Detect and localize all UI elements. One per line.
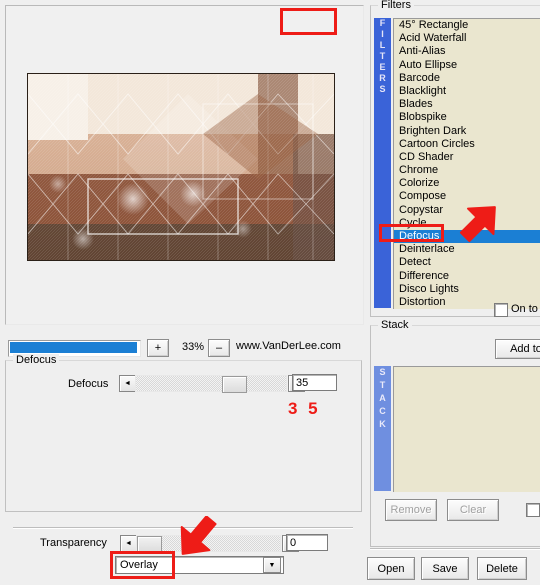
transparency-slider-track[interactable] bbox=[136, 535, 281, 553]
stack-panel-title: Stack bbox=[378, 319, 412, 331]
preview-image[interactable] bbox=[27, 73, 335, 261]
sidebar-letter: F bbox=[379, 18, 386, 28]
filter-list-item[interactable]: Copystar bbox=[394, 204, 540, 217]
delete-button[interactable]: Delete bbox=[477, 557, 527, 580]
defocus-group-title: Defocus bbox=[13, 354, 60, 366]
blend-mode-highlight-box bbox=[110, 551, 175, 579]
filter-list-item[interactable]: Cartoon Circles bbox=[394, 138, 540, 151]
filter-list-item[interactable]: Blobspike bbox=[394, 111, 540, 124]
filter-list-item[interactable]: Barcode bbox=[394, 72, 540, 85]
filters-list[interactable]: 45° Rectangle Acid Waterfall Anti-Alias Aut… bbox=[393, 18, 540, 309]
stack-sidebar-label: STACK bbox=[374, 366, 391, 491]
filter-list-item[interactable]: Brighten Dark bbox=[394, 125, 540, 138]
transparency-label: Transparency bbox=[40, 537, 107, 549]
remove-stack-item-button[interactable]: Remove bbox=[385, 499, 437, 521]
sidebar-letter: T bbox=[379, 51, 386, 61]
stack-panel: Stack Add to STACK Remove Clear bbox=[370, 319, 540, 547]
on-to-row: On to bbox=[370, 300, 540, 320]
filter-list-item[interactable]: Disco Lights bbox=[394, 283, 540, 296]
preview-panel bbox=[5, 5, 364, 325]
filter-list-item[interactable]: Compose bbox=[394, 190, 540, 203]
stack-option-checkbox[interactable] bbox=[526, 503, 540, 517]
filters-panel-title: Filters bbox=[378, 0, 414, 11]
filter-list-item[interactable]: Detect bbox=[394, 256, 540, 269]
transparency-divider bbox=[13, 527, 353, 529]
filter-list-item[interactable]: Anti-Alias bbox=[394, 45, 540, 58]
sidebar-letter: S bbox=[379, 84, 386, 94]
filter-list-item[interactable]: Deinterlace bbox=[394, 243, 540, 256]
selected-filter-highlight-box bbox=[379, 224, 444, 242]
filter-list-item[interactable]: Acid Waterfall bbox=[394, 32, 540, 45]
abstract-artwork bbox=[28, 74, 334, 260]
defocus-settings-group: Defocus Defocus ◄ ► 35 3 5 bbox=[5, 354, 362, 512]
filter-list-item[interactable]: Colorize bbox=[394, 177, 540, 190]
filter-list-item[interactable]: Chrome bbox=[394, 164, 540, 177]
zoom-in-button[interactable]: + bbox=[147, 339, 169, 357]
sidebar-letter: R bbox=[379, 73, 386, 83]
brand-link[interactable]: www.VanDerLee.com bbox=[236, 340, 341, 352]
filter-list-item[interactable]: 45° Rectangle bbox=[394, 19, 540, 32]
defocus-value-highlight-box bbox=[280, 8, 337, 35]
clear-stack-button[interactable]: Clear bbox=[447, 499, 499, 521]
chevron-down-icon[interactable]: ▼ bbox=[263, 557, 281, 573]
filter-list-item[interactable]: Blades bbox=[394, 98, 540, 111]
defocus-slider-thumb[interactable] bbox=[222, 376, 247, 393]
save-button[interactable]: Save bbox=[421, 557, 469, 580]
sidebar-letter: K bbox=[379, 419, 386, 429]
sidebar-letter: S bbox=[379, 367, 386, 377]
sidebar-letter: T bbox=[379, 380, 386, 390]
stack-list[interactable] bbox=[393, 366, 540, 492]
sidebar-letter: E bbox=[379, 62, 386, 72]
filters-sidebar-label: FILTERS bbox=[374, 18, 391, 308]
defocus-slider-track[interactable] bbox=[135, 375, 287, 393]
sidebar-letter: I bbox=[381, 29, 384, 39]
defocus-value-input[interactable]: 35 bbox=[292, 374, 337, 391]
filter-list-item[interactable]: Difference bbox=[394, 270, 540, 283]
add-to-stack-button[interactable]: Add to bbox=[495, 339, 540, 359]
filter-list-item[interactable]: CD Shader bbox=[394, 151, 540, 164]
sidebar-letter: A bbox=[379, 393, 386, 403]
defocus-decrement-button[interactable]: ◄ bbox=[119, 375, 136, 392]
sidebar-letter: L bbox=[379, 40, 386, 50]
on-to-checkbox[interactable] bbox=[494, 303, 508, 317]
filter-list-item[interactable]: Blacklight bbox=[394, 85, 540, 98]
preview-canvas[interactable] bbox=[15, 16, 352, 312]
on-to-label: On to bbox=[511, 303, 538, 315]
filters-panel: Filters FILTERS 45° Rectangle Acid Waterf… bbox=[370, 0, 540, 317]
transparency-value-input[interactable]: 0 bbox=[286, 534, 328, 551]
zoom-out-button[interactable]: – bbox=[208, 339, 230, 357]
defocus-value-annotation: 3 5 bbox=[288, 399, 321, 418]
transparency-decrement-button[interactable]: ◄ bbox=[120, 535, 137, 552]
sidebar-letter: C bbox=[379, 406, 386, 416]
filter-list-item[interactable]: Auto Ellipse bbox=[394, 59, 540, 72]
plugin-dialog: + 33% – www.VanDerLee.com Defocus Defocu… bbox=[0, 0, 540, 585]
bottom-divider bbox=[370, 548, 540, 550]
progress-bar-fill bbox=[10, 342, 137, 353]
open-button[interactable]: Open bbox=[367, 557, 415, 580]
defocus-slider-label: Defocus bbox=[68, 378, 109, 390]
